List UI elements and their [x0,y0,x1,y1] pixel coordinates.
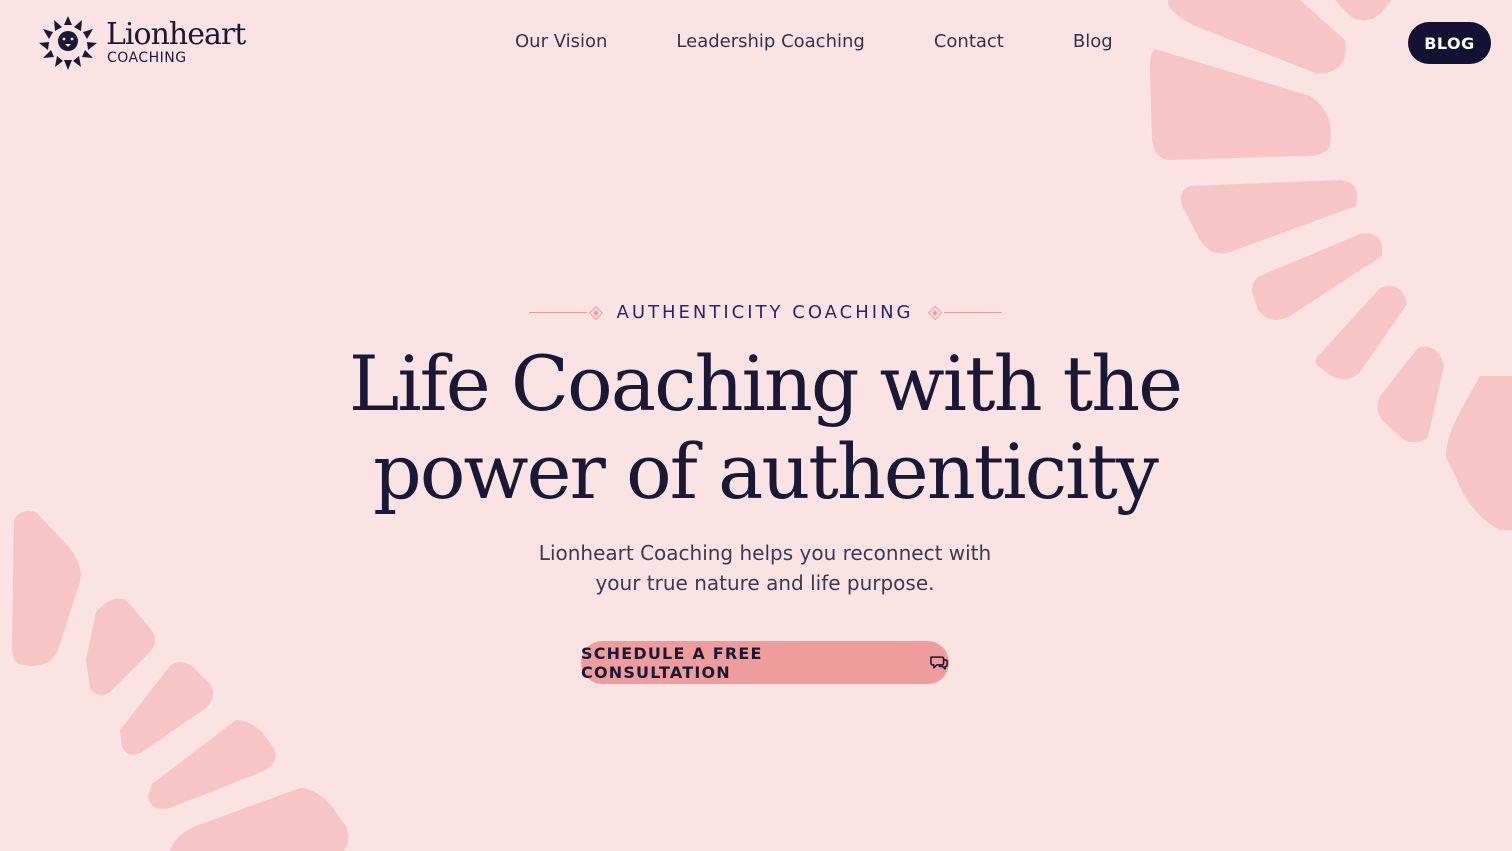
nav-our-vision[interactable]: Our Vision [515,31,607,52]
brand-name: Lionheart [106,16,246,52]
schedule-consultation-button[interactable]: SCHEDULE A FREE CONSULTATION [581,641,949,684]
hero-headline: Life Coaching with the power of authenti… [0,340,1512,516]
diamond-icon [927,305,942,320]
hero-subtext: Lionheart Coaching helps you reconnect w… [0,538,1512,598]
cta-label: SCHEDULE A FREE CONSULTATION [581,643,763,682]
nav-leadership-coaching[interactable]: Leadership Coaching [676,31,864,52]
eyebrow-line-right [943,312,1002,313]
diamond-icon [588,305,603,320]
lion-head-icon [39,16,97,70]
nav-blog[interactable]: Blog [1073,31,1113,52]
blog-button[interactable]: BLOG [1408,22,1491,64]
headline-line-2: power of authenticity [373,427,1159,516]
brand-subtitle: COACHING [107,49,187,66]
eyebrow: AUTHENTICITY COACHING [0,302,1512,323]
eyebrow-line-left [528,312,587,313]
subtext-line-1: Lionheart Coaching helps you reconnect w… [538,541,992,565]
subtext-line-2: your true nature and life purpose. [595,571,935,595]
nav-contact[interactable]: Contact [934,31,1004,52]
main-nav: Our Vision Leadership Coaching Contact B… [515,31,1113,52]
chat-bubbles-icon [930,655,949,670]
eyebrow-text: AUTHENTICITY COACHING [616,302,914,323]
logo-link[interactable]: Lionheart COACHING [38,14,246,70]
headline-line-1: Life Coaching with the [348,339,1183,428]
